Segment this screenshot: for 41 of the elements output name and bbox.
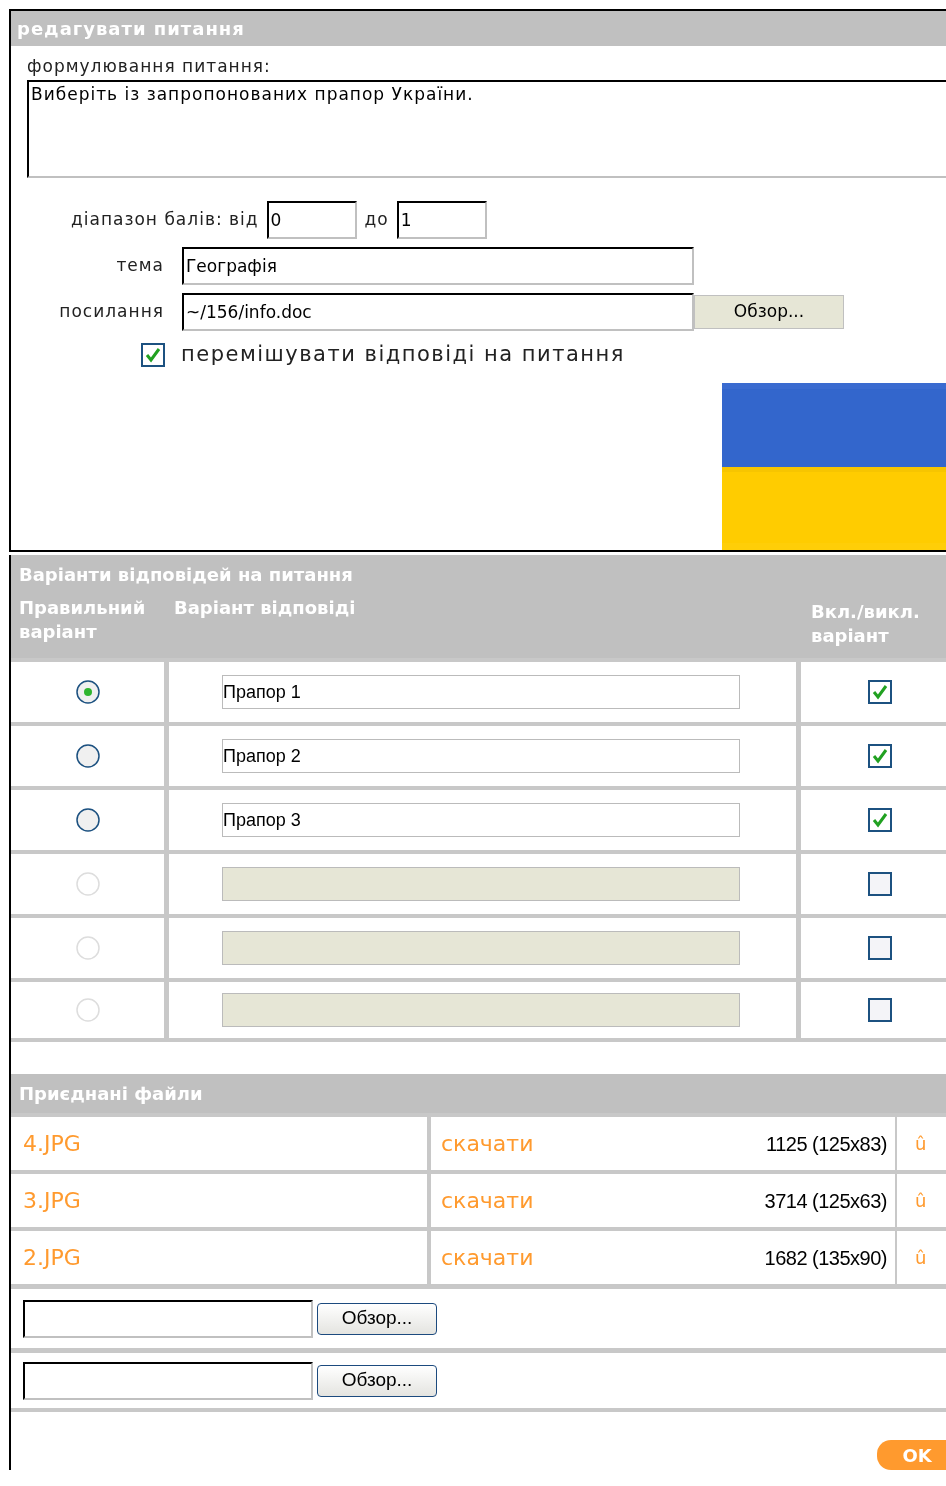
column-header: Варіант відповіді [174, 595, 357, 620]
radio-button[interactable] [74, 679, 101, 706]
panel-title: редагувати питання [11, 11, 946, 46]
file-input[interactable] [23, 1299, 313, 1338]
file-input[interactable] [23, 1361, 313, 1400]
radio-button[interactable] [74, 807, 101, 834]
answer-input[interactable]: Прапор 3 [222, 803, 740, 838]
field-label: до [364, 208, 389, 232]
panel-title: Варіанти відповідей на питання [18, 562, 354, 587]
checkbox-label: перемішувати відповіді на питання [181, 341, 625, 368]
file-size: 1682 (135x90) [764, 1245, 887, 1271]
column-header: Правильний варіант [19, 595, 147, 644]
checkbox[interactable] [868, 872, 892, 897]
answer-input[interactable]: Прапор 2 [222, 739, 740, 774]
radio-button[interactable] [74, 935, 101, 962]
input-field[interactable]: 0 [266, 201, 357, 239]
file-size: 1125 (125x83) [766, 1131, 887, 1157]
checkbox[interactable] [868, 808, 892, 833]
input-field[interactable]: Географія [182, 247, 694, 285]
answer-input[interactable]: Прапор 1 [222, 675, 740, 710]
checkbox[interactable] [141, 342, 165, 367]
checkbox[interactable] [868, 998, 892, 1023]
field-label: діапазон балів: від [71, 208, 259, 232]
field-label: формулювання питання: [27, 55, 272, 78]
browse-button[interactable]: Обзор... [317, 1302, 437, 1335]
checkbox[interactable] [868, 680, 892, 705]
checkbox[interactable] [868, 936, 892, 961]
question-textarea[interactable]: Виберіть із запропонованих прапор України. [27, 79, 946, 178]
field-label: тема [115, 254, 164, 278]
file-size: 3714 (125x63) [764, 1188, 887, 1214]
browse-button[interactable]: Обзор... [694, 295, 844, 329]
input-field[interactable]: 1 [396, 201, 487, 239]
browse-button[interactable]: Обзор... [317, 1364, 437, 1397]
checkbox[interactable] [868, 744, 892, 769]
panel-title: Приєднані файли [11, 1074, 946, 1114]
radio-button[interactable] [74, 997, 101, 1024]
field-label: посилання [58, 300, 164, 324]
radio-button[interactable] [74, 871, 101, 898]
input-field[interactable]: ~/156/info.doc [182, 293, 694, 331]
column-header: Вкл./викл. варіант [811, 599, 921, 648]
radio-button[interactable] [74, 743, 101, 770]
